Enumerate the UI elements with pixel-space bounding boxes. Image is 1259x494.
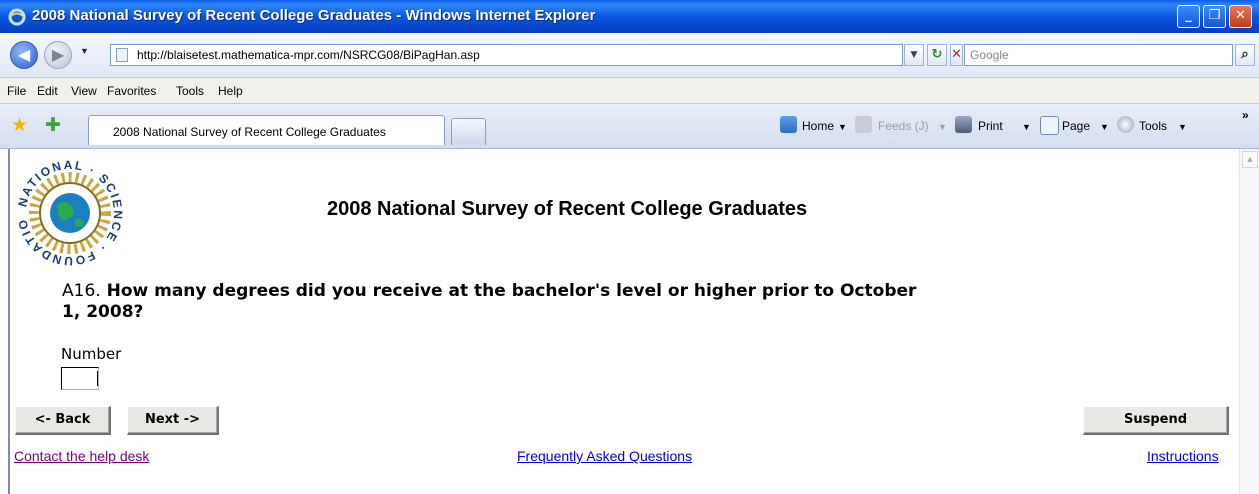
- new-tab-button[interactable]: [451, 118, 486, 145]
- tab-label: 2008 National Survey of Recent College G…: [113, 125, 386, 139]
- faq-link[interactable]: Frequently Asked Questions: [517, 448, 692, 464]
- menu-tools[interactable]: Tools: [176, 84, 204, 98]
- scroll-up-icon[interactable]: ▲: [1242, 151, 1258, 168]
- search-input[interactable]: Google: [964, 44, 1233, 66]
- print-button[interactable]: Print: [978, 119, 1003, 133]
- window-title: 2008 National Survey of Recent College G…: [32, 7, 596, 24]
- tools-menu-button[interactable]: Tools: [1139, 119, 1167, 133]
- address-field[interactable]: http://blaisetest.mathematica-mpr.com/NS…: [110, 44, 903, 66]
- feeds-button[interactable]: Feeds (J): [878, 119, 929, 133]
- menu-view[interactable]: View: [71, 84, 97, 98]
- page-menu-icon[interactable]: [1040, 116, 1059, 135]
- back-nav-button[interactable]: ◀: [10, 41, 38, 69]
- home-button[interactable]: Home: [802, 119, 834, 133]
- tab-active[interactable]: 2008 National Survey of Recent College G…: [88, 115, 445, 145]
- number-input[interactable]: [61, 367, 99, 390]
- print-icon[interactable]: [955, 116, 972, 133]
- number-label: Number: [61, 345, 122, 363]
- add-favorite-icon[interactable]: ✚: [45, 114, 61, 137]
- stop-button[interactable]: ✕: [950, 44, 963, 66]
- forward-nav-button[interactable]: ▶: [44, 41, 72, 69]
- address-dropdown-button[interactable]: ▼: [904, 44, 924, 66]
- gear-icon[interactable]: [1117, 116, 1134, 133]
- close-window-button[interactable]: ✕: [1229, 5, 1252, 28]
- print-dropdown-icon[interactable]: ▼: [1022, 122, 1031, 132]
- question-body: How many degrees did you receive at the …: [62, 281, 917, 322]
- help-desk-link[interactable]: Contact the help desk: [14, 448, 149, 464]
- back-button[interactable]: <- Back: [15, 406, 111, 435]
- instructions-link[interactable]: Instructions: [1147, 448, 1219, 464]
- vertical-scrollbar[interactable]: ▲: [1239, 149, 1259, 494]
- minimize-button[interactable]: _: [1177, 5, 1200, 28]
- more-commands-icon[interactable]: »: [1242, 108, 1249, 122]
- menu-bar: File Edit View Favorites Tools Help: [0, 78, 1259, 104]
- page-icon: [116, 48, 128, 62]
- page-menu-button[interactable]: Page: [1062, 119, 1090, 133]
- tab-command-bar: ★ ✚ 2008 National Survey of Recent Colle…: [0, 104, 1259, 149]
- menu-help[interactable]: Help: [218, 84, 243, 98]
- recent-pages-dropdown-icon[interactable]: ▼: [80, 46, 89, 56]
- title-bar: 2008 National Survey of Recent College G…: [0, 0, 1259, 33]
- home-dropdown-icon[interactable]: ▼: [838, 122, 847, 132]
- menu-file[interactable]: File: [7, 84, 26, 98]
- menu-edit[interactable]: Edit: [37, 84, 58, 98]
- feeds-icon[interactable]: [855, 116, 872, 133]
- address-url[interactable]: http://blaisetest.mathematica-mpr.com/NS…: [137, 48, 480, 62]
- ie-logo-icon: [8, 8, 26, 26]
- menu-favorites[interactable]: Favorites: [107, 84, 156, 98]
- nsf-logo: NATIONAL · SCIENCE · FOUNDATION ·: [17, 160, 123, 266]
- home-icon[interactable]: [780, 116, 797, 133]
- question-text: A16. How many degrees did you receive at…: [62, 281, 922, 323]
- page-dropdown-icon[interactable]: ▼: [1100, 122, 1109, 132]
- tools-dropdown-icon[interactable]: ▼: [1178, 122, 1187, 132]
- suspend-button[interactable]: Suspend: [1083, 406, 1229, 435]
- refresh-button[interactable]: ↻: [927, 44, 947, 66]
- page-title: 2008 National Survey of Recent College G…: [327, 198, 808, 220]
- feeds-dropdown-icon[interactable]: ▼: [938, 122, 947, 132]
- favorites-center-icon[interactable]: ★: [11, 114, 28, 137]
- restore-button[interactable]: ❐: [1203, 5, 1226, 28]
- question-number: A16.: [62, 281, 101, 301]
- address-toolbar: ◀ ▶ ▼ http://blaisetest.mathematica-mpr.…: [0, 33, 1259, 78]
- next-button[interactable]: Next ->: [127, 406, 219, 435]
- search-button[interactable]: ⌕: [1235, 44, 1255, 66]
